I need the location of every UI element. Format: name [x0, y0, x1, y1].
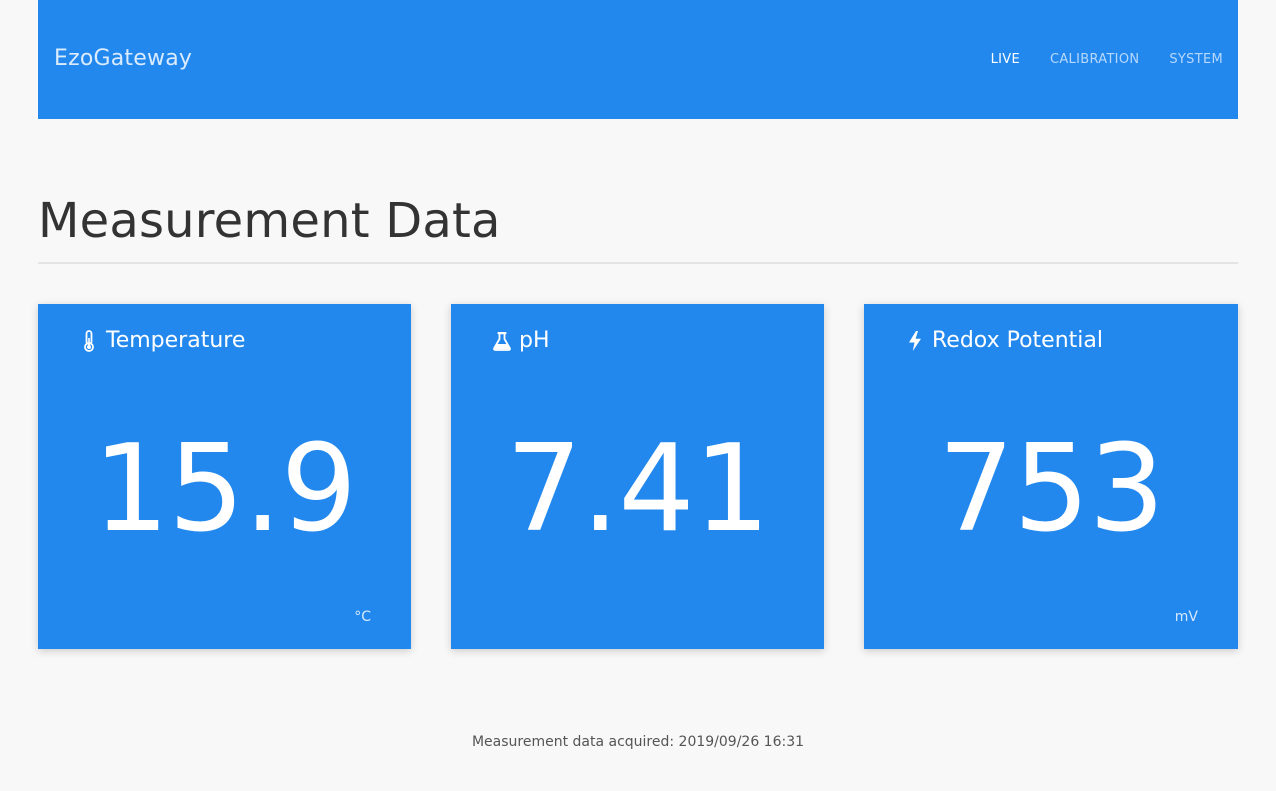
temperature-card: Temperature 15.9 °C: [38, 304, 411, 649]
redox-card-header: Redox Potential: [906, 328, 1103, 353]
ph-card: pH 7.41: [451, 304, 824, 649]
redox-value: 753: [937, 420, 1165, 559]
title-divider: [38, 262, 1238, 264]
redox-card: Redox Potential 753 mV: [864, 304, 1238, 649]
main-nav: LIVE CALIBRATION SYSTEM: [991, 52, 1223, 67]
page-title: Measurement Data: [38, 193, 501, 249]
nav-system[interactable]: SYSTEM: [1169, 52, 1223, 67]
temperature-value: 15.9: [92, 420, 357, 559]
ph-label: pH: [519, 328, 550, 353]
ph-value: 7.41: [505, 420, 770, 559]
top-navbar: EzoGateway LIVE CALIBRATION SYSTEM: [38, 0, 1238, 119]
thermometer-icon: [80, 329, 98, 353]
nav-calibration[interactable]: CALIBRATION: [1050, 52, 1139, 67]
redox-label: Redox Potential: [932, 328, 1103, 353]
temperature-label: Temperature: [106, 328, 246, 353]
acquired-timestamp: Measurement data acquired: 2019/09/26 16…: [471, 734, 805, 750]
flask-icon: [493, 329, 511, 353]
ph-card-header: pH: [493, 328, 550, 353]
brand-link[interactable]: EzoGateway: [54, 46, 192, 71]
temperature-unit: °C: [354, 609, 371, 625]
bolt-icon: [906, 329, 924, 353]
redox-unit: mV: [1174, 609, 1198, 625]
nav-live[interactable]: LIVE: [991, 52, 1020, 67]
temperature-card-header: Temperature: [80, 328, 245, 353]
